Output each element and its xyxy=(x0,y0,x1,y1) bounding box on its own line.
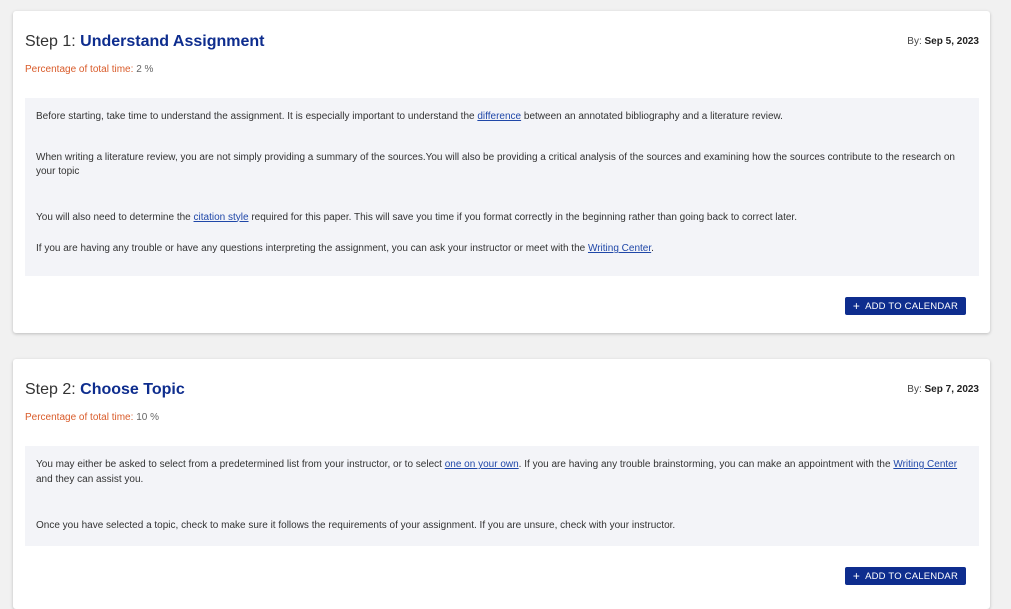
time-percentage-value: 2 % xyxy=(136,64,154,75)
step-content: Before starting, take time to understand… xyxy=(25,98,979,276)
due-date: By: Sep 5, 2023 xyxy=(907,36,979,47)
step-title: Step 1: Understand Assignment xyxy=(25,33,264,51)
add-to-calendar-button[interactable]: + ADD TO CALENDAR xyxy=(844,567,966,585)
step-header: Step 1: Understand Assignment By: Sep 5,… xyxy=(13,11,990,99)
step-content: You may either be asked to select from a… xyxy=(25,446,979,546)
writing-center-link[interactable]: Writing Center xyxy=(588,243,651,254)
citation-style-link[interactable]: citation style xyxy=(194,212,249,223)
step-name: Choose Topic xyxy=(80,381,185,398)
time-percentage-value: 10 % xyxy=(136,412,159,423)
paragraph-4: If you are having any trouble or have an… xyxy=(36,243,654,254)
due-date: By: Sep 7, 2023 xyxy=(907,384,979,395)
paragraph-2: When writing a literature review, you ar… xyxy=(36,151,955,178)
plus-icon: + xyxy=(852,569,861,583)
due-date-label: By: xyxy=(907,384,922,395)
one-on-your-own-link[interactable]: one on your own xyxy=(445,459,519,470)
step-card-2: Step 2: Choose Topic By: Sep 7, 2023 Per… xyxy=(13,359,990,609)
step-number: Step 2: xyxy=(25,381,76,398)
add-to-calendar-label: ADD TO CALENDAR xyxy=(865,570,958,582)
paragraph-2: Once you have selected a topic, check to… xyxy=(36,520,676,531)
paragraph-1: Before starting, take time to understand… xyxy=(36,111,783,122)
step-header: Step 2: Choose Topic By: Sep 7, 2023 Per… xyxy=(13,359,990,447)
step-number: Step 1: xyxy=(25,33,76,50)
time-percentage-label: Percentage of total time: xyxy=(25,412,134,423)
writing-center-link[interactable]: Writing Center xyxy=(893,459,957,470)
time-percentage: Percentage of total time: 10 % xyxy=(25,412,159,423)
step-card-1: Step 1: Understand Assignment By: Sep 5,… xyxy=(13,11,990,333)
step-title: Step 2: Choose Topic xyxy=(25,381,185,399)
time-percentage-label: Percentage of total time: xyxy=(25,64,134,75)
plus-icon: + xyxy=(852,299,861,313)
due-date-value: Sep 7, 2023 xyxy=(924,384,979,395)
due-date-label: By: xyxy=(907,36,922,47)
add-to-calendar-button[interactable]: + ADD TO CALENDAR xyxy=(844,297,966,315)
paragraph-1: You may either be asked to select from a… xyxy=(36,459,958,485)
time-percentage: Percentage of total time: 2 % xyxy=(25,64,153,75)
add-to-calendar-label: ADD TO CALENDAR xyxy=(865,300,958,312)
difference-link[interactable]: difference xyxy=(477,111,521,122)
paragraph-3: You will also need to determine the cita… xyxy=(36,211,797,223)
step-name: Understand Assignment xyxy=(80,33,265,50)
due-date-value: Sep 5, 2023 xyxy=(924,36,979,47)
